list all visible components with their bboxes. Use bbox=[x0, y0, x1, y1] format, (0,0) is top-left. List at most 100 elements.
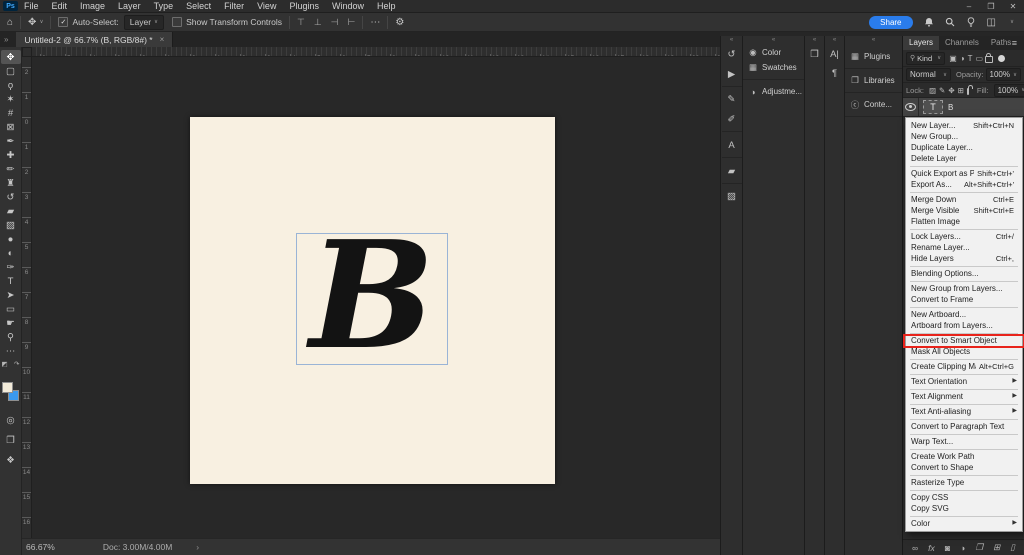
swap-colors-icon[interactable]: ↷ bbox=[14, 360, 19, 368]
zoom-tool[interactable]: ⚲ bbox=[1, 330, 21, 344]
status-chevron-icon[interactable]: › bbox=[196, 542, 199, 552]
collapse-panels-icon[interactable]: « bbox=[813, 36, 816, 45]
menu-item-text-anti-aliasing[interactable]: Text Anti-aliasing ▶ bbox=[906, 406, 1022, 417]
history-panel-icon[interactable]: ↺ bbox=[722, 45, 742, 64]
filter-locked-layers-icon[interactable] bbox=[985, 53, 994, 63]
layer-thumbnail[interactable]: T bbox=[923, 100, 943, 114]
swatches-panel-item[interactable]: ▦ Swatches bbox=[743, 60, 804, 75]
menu-item-new-group-from-layers[interactable]: New Group from Layers... bbox=[906, 283, 1022, 294]
home-icon[interactable]: ⌂ bbox=[7, 17, 13, 28]
align-right-edges-icon[interactable]: ⊣ bbox=[331, 17, 339, 28]
auto-select-checkbox[interactable]: ✓ bbox=[58, 17, 69, 27]
lock-transparent-pixels-icon[interactable]: ▨ bbox=[929, 86, 936, 95]
show-transform-checkbox[interactable] bbox=[172, 17, 183, 27]
tab-channels[interactable]: Channels bbox=[939, 36, 985, 50]
lock-all-icon[interactable] bbox=[966, 85, 973, 95]
menu-item-create-work-path[interactable]: Create Work Path bbox=[906, 451, 1022, 462]
actions-panel-icon[interactable]: ▶ bbox=[721, 64, 742, 87]
brushes-panel-icon[interactable]: ✐ bbox=[721, 109, 742, 132]
add-layer-mask-icon[interactable]: ◙ bbox=[945, 543, 950, 553]
restore-button[interactable]: ❐ bbox=[980, 0, 1002, 13]
document-tab[interactable]: Untitled-2 @ 66.7% (B, RGB/8#) * × bbox=[16, 32, 174, 47]
tab-layers[interactable]: Layers bbox=[903, 36, 940, 50]
collapse-panels-icon[interactable]: « bbox=[730, 36, 733, 45]
brush-tool[interactable]: ✏ bbox=[1, 162, 21, 176]
menu-item-new-artboard[interactable]: New Artboard... bbox=[906, 309, 1022, 320]
rectangular-marquee-tool[interactable]: ▢ bbox=[1, 64, 21, 78]
lasso-tool[interactable]: ϙ bbox=[1, 78, 21, 92]
menu-item-color[interactable]: Color ▶ bbox=[906, 518, 1022, 529]
menu-item-copy-svg[interactable]: Copy SVG bbox=[906, 503, 1022, 514]
menu-item-hide-layers[interactable]: Hide Layers Ctrl+, bbox=[906, 253, 1022, 264]
minimize-button[interactable]: – bbox=[958, 0, 980, 13]
menu-item-duplicate-layer[interactable]: Duplicate Layer... bbox=[906, 142, 1022, 153]
align-horizontal-centers-icon[interactable]: ⊥ bbox=[314, 17, 322, 28]
content-credentials-panel-item[interactable]: ⓒ Conte... bbox=[845, 93, 902, 117]
layer-effects-icon[interactable]: fx bbox=[928, 543, 935, 553]
share-button[interactable]: Share bbox=[869, 15, 913, 29]
menu-item-warp-text[interactable]: Warp Text... bbox=[906, 436, 1022, 447]
adjustments-panel-item[interactable]: ◑ Adjustme... bbox=[743, 84, 804, 99]
new-group-icon[interactable]: ❒ bbox=[975, 542, 983, 553]
object-selection-tool[interactable]: ✶ bbox=[1, 92, 21, 106]
link-layers-icon[interactable]: ∞ bbox=[912, 543, 918, 553]
paragraph-styles-panel-icon[interactable]: A bbox=[721, 135, 742, 158]
menu-item-merge-visible[interactable]: Merge Visible Shift+Ctrl+E bbox=[906, 205, 1022, 216]
menu-item-export-as[interactable]: Export As... Alt+Shift+Ctrl+' bbox=[906, 179, 1022, 190]
lock-image-pixels-icon[interactable]: ✎ bbox=[939, 86, 945, 95]
layer-selection-box[interactable]: B bbox=[296, 221, 448, 369]
menu-item-artboard-from-layers[interactable]: Artboard from Layers... bbox=[906, 320, 1022, 331]
distribute-spacing-icon[interactable]: ⊢ bbox=[348, 17, 356, 28]
menu-item-copy-css[interactable]: Copy CSS bbox=[906, 492, 1022, 503]
menubar-item[interactable]: Edit bbox=[52, 0, 68, 13]
workspace-switcher-icon[interactable]: ◫ bbox=[987, 17, 996, 28]
gear-icon[interactable]: ⚙ bbox=[395, 17, 404, 28]
menu-item-new-group[interactable]: New Group... bbox=[906, 131, 1022, 142]
gradients-panel-icon[interactable]: ▨ bbox=[722, 187, 742, 206]
character-panel-icon[interactable]: A| bbox=[825, 45, 845, 64]
discover-lightbulb-icon[interactable] bbox=[966, 17, 976, 27]
brush-settings-panel-icon[interactable]: ✎ bbox=[722, 90, 742, 109]
more-options-icon[interactable]: ⋯ bbox=[370, 17, 380, 28]
rectangle-tool[interactable]: ▭ bbox=[1, 302, 21, 316]
color-panel-item[interactable]: ◉ Color bbox=[743, 45, 804, 60]
menu-item-text-orientation[interactable]: Text Orientation ▶ bbox=[906, 376, 1022, 387]
filter-type-layers-icon[interactable]: T bbox=[968, 54, 973, 63]
menu-item-quick-export-as-png[interactable]: Quick Export as PNG Shift+Ctrl+' bbox=[906, 168, 1022, 179]
blur-tool[interactable]: ● bbox=[1, 232, 21, 246]
document-canvas[interactable]: B bbox=[190, 117, 555, 484]
new-adjustment-layer-icon[interactable]: ◑ bbox=[960, 543, 965, 553]
menubar-item[interactable]: Layer bbox=[118, 0, 141, 13]
menubar-item[interactable]: Plugins bbox=[289, 0, 319, 13]
history-brush-tool[interactable]: ↺ bbox=[1, 190, 21, 204]
layer-name[interactable]: B bbox=[948, 103, 953, 112]
filter-adjustment-layers-icon[interactable]: ◑ bbox=[960, 54, 965, 63]
menu-item-convert-to-frame[interactable]: Convert to Frame bbox=[906, 294, 1022, 305]
menubar-item[interactable]: Select bbox=[186, 0, 211, 13]
layer-row[interactable]: T B bbox=[903, 98, 1024, 117]
menu-item-blending-options[interactable]: Blending Options... bbox=[906, 268, 1022, 279]
menu-item-convert-to-shape[interactable]: Convert to Shape bbox=[906, 462, 1022, 473]
menubar-item[interactable]: Window bbox=[332, 0, 364, 13]
menu-item-merge-down[interactable]: Merge Down Ctrl+E bbox=[906, 194, 1022, 205]
align-left-edges-icon[interactable]: ⊤ bbox=[297, 17, 305, 28]
collapse-panels-icon[interactable]: « bbox=[833, 36, 836, 45]
lock-position-icon[interactable]: ✥ bbox=[948, 86, 954, 95]
quick-mask-button[interactable]: ◎ bbox=[1, 414, 21, 426]
expand-panels-icon[interactable]: » bbox=[4, 35, 8, 44]
menu-item-convert-to-smart-object[interactable]: Convert to Smart Object bbox=[903, 333, 1024, 348]
menu-item-mask-all-objects[interactable]: Mask All Objects bbox=[906, 346, 1022, 357]
lock-artboards-icon[interactable]: ⊞ bbox=[958, 86, 964, 95]
move-tool[interactable]: ✥ bbox=[0, 50, 21, 64]
zoom-level-field[interactable]: 66.67% bbox=[26, 542, 55, 552]
close-tab-icon[interactable]: × bbox=[160, 35, 165, 44]
menubar-item[interactable]: Help bbox=[377, 0, 396, 13]
patterns-panel-icon[interactable]: ▰ bbox=[721, 161, 742, 184]
target-select[interactable]: Layer ∨ bbox=[123, 14, 165, 30]
spot-healing-brush-tool[interactable]: ✚ bbox=[1, 148, 21, 162]
notifications-bell-icon[interactable] bbox=[924, 17, 934, 27]
layer-visibility-cell[interactable] bbox=[903, 98, 919, 116]
menu-item-delete-layer[interactable]: Delete Layer bbox=[906, 153, 1022, 164]
menubar-item[interactable]: Type bbox=[154, 0, 174, 13]
new-layer-icon[interactable]: ⊞ bbox=[993, 542, 1000, 553]
